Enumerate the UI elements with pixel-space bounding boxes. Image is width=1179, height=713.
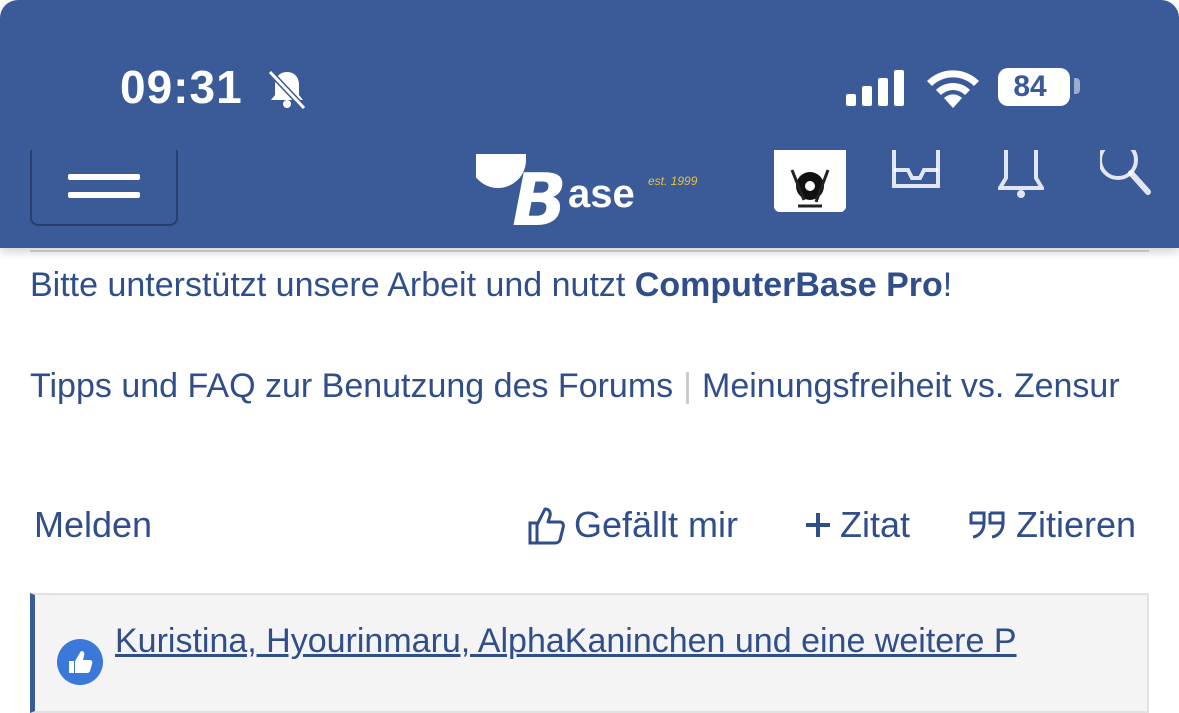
battery-level: 84 (1013, 70, 1047, 103)
notice-text: Bitte unterstützt unsere Arbeit und nutz… (30, 266, 635, 304)
wifi-icon (927, 70, 979, 108)
like-reaction-icon (57, 639, 103, 685)
like-button[interactable]: Gefällt mir (526, 504, 738, 546)
status-time: 09:31 (120, 61, 243, 113)
reaction-users-link[interactable]: Kuristina, Hyourinmaru, AlphaKaninchen u… (115, 617, 1017, 665)
divider (30, 250, 1149, 252)
user-avatar[interactable] (774, 150, 846, 212)
like-label: Gefällt mir (574, 504, 739, 545)
add-quote-label: Zitat (840, 504, 911, 545)
thumbs-up-icon (528, 507, 565, 545)
menu-icon-bar (68, 192, 140, 198)
battery-icon: 84 (998, 68, 1070, 106)
plus-icon (806, 513, 830, 537)
logo-b: B (512, 158, 567, 230)
support-notice: Bitte unterstützt unsere Arbeit und nutz… (30, 266, 952, 305)
cellular-signal-icon (846, 70, 904, 106)
computerbase-pro-link[interactable]: ComputerBase Pro (635, 266, 943, 304)
site-logo[interactable]: B ase est. 1999 (476, 150, 706, 230)
reactions-bar: Kuristina, Hyourinmaru, AlphaKaninchen u… (30, 593, 1149, 713)
search-icon[interactable] (1100, 150, 1152, 200)
faq-link[interactable]: Tipps und FAQ zur Benutzung des Forums (30, 367, 673, 405)
quote-label: Zitieren (1016, 504, 1137, 545)
report-button[interactable]: Melden (34, 504, 152, 546)
app-header: 09:31 84 B ase est. 1999 (0, 0, 1179, 248)
quote-button[interactable]: Zitieren (968, 504, 1136, 546)
add-quote-button[interactable]: Zitat (804, 504, 910, 546)
forum-links: Tipps und FAQ zur Benutzung des Forums | M… (30, 362, 1150, 410)
avatar-image (774, 150, 846, 212)
meinungsfreiheit-link[interactable]: Meinungsfreiheit vs. Zensur (702, 367, 1120, 405)
bell-icon[interactable] (998, 150, 1044, 198)
logo-est: est. 1999 (648, 174, 698, 188)
inbox-icon[interactable] (892, 150, 940, 192)
logo-text: ase (568, 172, 635, 216)
menu-icon (68, 174, 140, 180)
bell-muted-icon (267, 69, 307, 110)
menu-button[interactable] (30, 150, 178, 226)
link-separator: | (683, 367, 693, 405)
report-label: Melden (34, 504, 153, 545)
battery-tip (1074, 78, 1080, 94)
quote-icon (969, 511, 1005, 539)
notice-end: ! (942, 266, 953, 304)
